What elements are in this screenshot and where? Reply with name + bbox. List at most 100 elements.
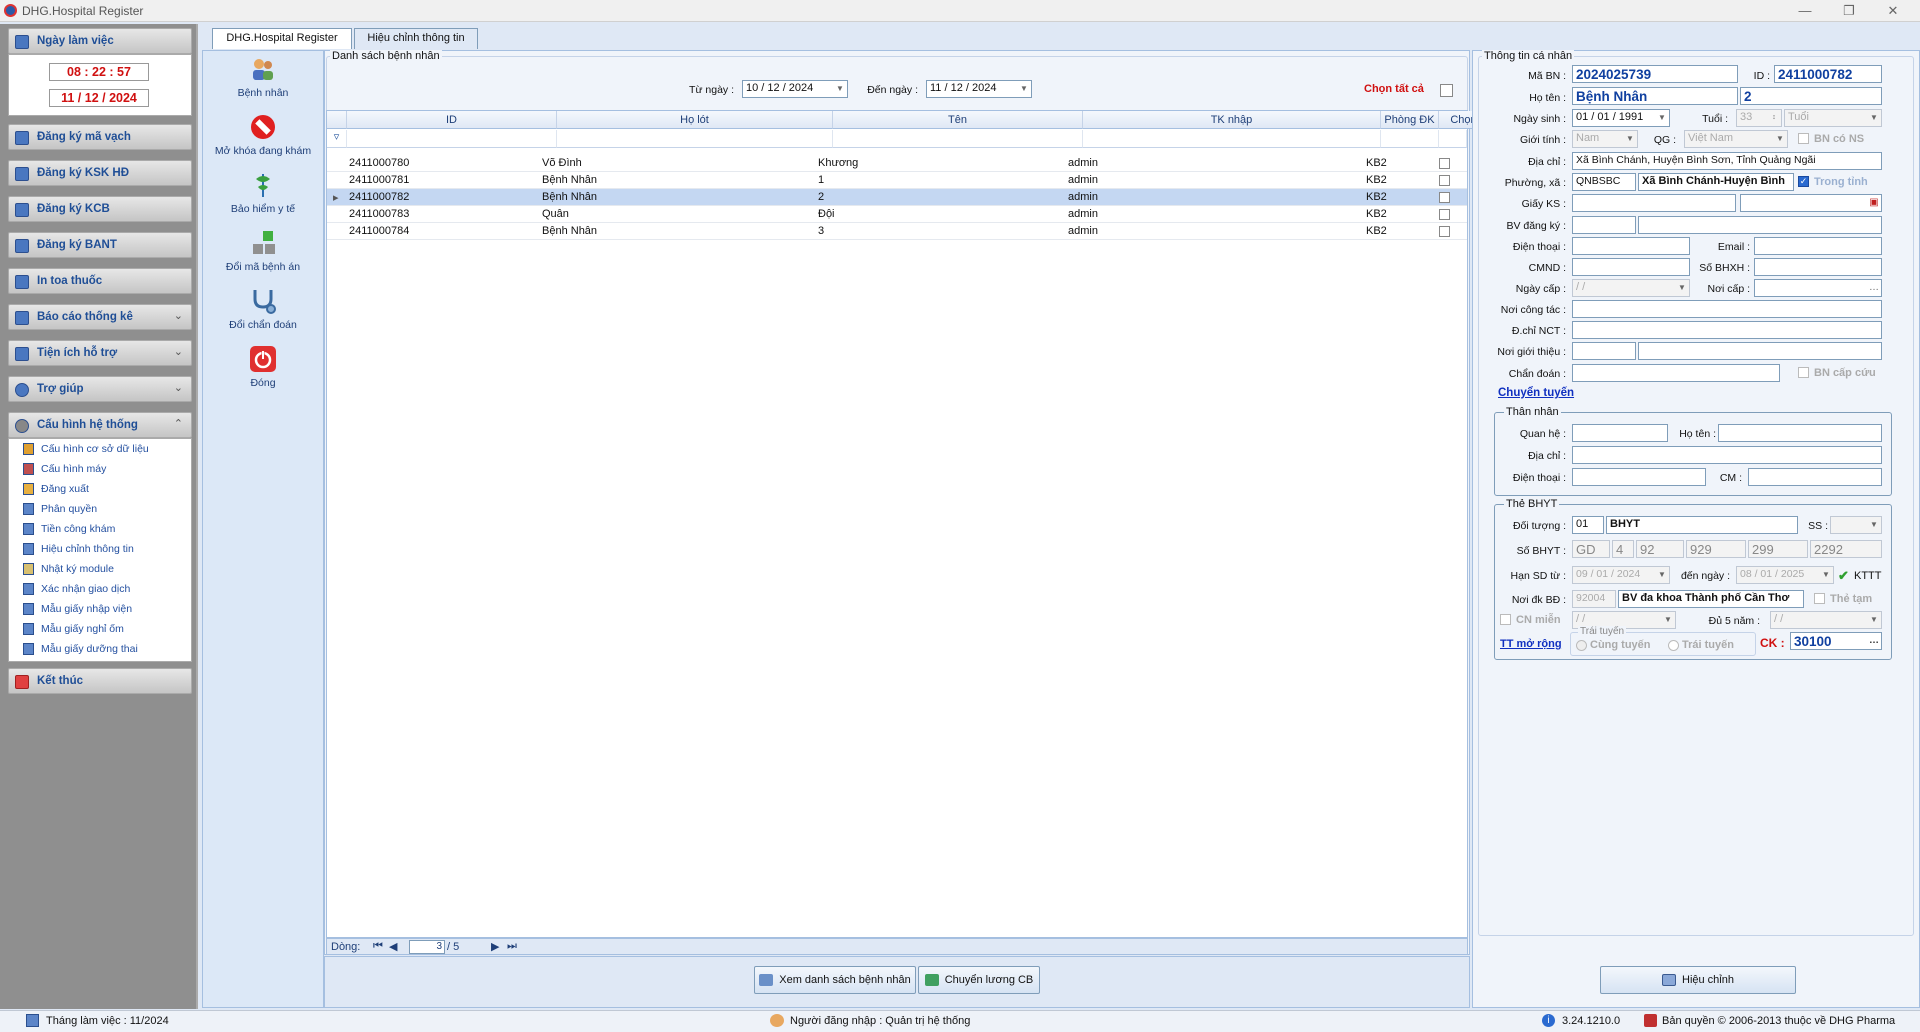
tuoi-stepper[interactable]: 33 ↕ xyxy=(1736,109,1782,127)
phuong-xa-field[interactable]: Xã Bình Chánh-Huyện Bình xyxy=(1638,173,1794,191)
ngay-sinh-picker[interactable]: 01 / 01 / 1991 ▼ xyxy=(1572,109,1670,127)
sidebar-item-dang-ky-ma-vach[interactable]: Đăng ký mã vạch xyxy=(8,124,192,150)
trai-tuyen-radio[interactable] xyxy=(1668,640,1679,651)
giay-ks-extra-field[interactable]: ▣ xyxy=(1740,194,1882,212)
ck-field[interactable]: 30100… xyxy=(1790,632,1882,650)
bn-cap-cuu-checkbox[interactable] xyxy=(1798,367,1809,378)
to-date-picker[interactable]: 11 / 12 / 2024 ▼ xyxy=(926,80,1032,98)
last-page-icon[interactable]: ⏭ xyxy=(507,940,517,953)
noi-gioi-thieu-code-field[interactable] xyxy=(1572,342,1636,360)
so-bhyt-part-3[interactable]: 92 xyxy=(1636,540,1684,558)
ten-field[interactable]: 2 xyxy=(1740,87,1882,105)
sidebar-item-dang-ky-kcb[interactable]: Đăng ký KCB xyxy=(8,196,192,222)
column-header-ho-lot[interactable]: Họ lót xyxy=(557,111,833,129)
relative-dia-chi-field[interactable] xyxy=(1572,446,1882,464)
ss-select[interactable]: ▼ xyxy=(1830,516,1882,534)
sidebar-item-bao-cao[interactable]: Báo cáo thống kê ⌄ xyxy=(8,304,192,330)
relative-ho-ten-field[interactable] xyxy=(1718,424,1882,442)
giay-ks-field[interactable] xyxy=(1572,194,1736,212)
bv-dang-ky-code-field[interactable] xyxy=(1572,216,1636,234)
relative-cm-field[interactable] xyxy=(1748,468,1882,486)
noi-dk-code-field[interactable]: 92004 xyxy=(1572,590,1616,608)
more-icon[interactable]: … xyxy=(1868,281,1880,295)
so-bhyt-part-2[interactable]: 4 xyxy=(1612,540,1634,558)
noi-gioi-thieu-field[interactable] xyxy=(1638,342,1882,360)
so-bhyt-part-1[interactable]: GD xyxy=(1572,540,1610,558)
gioi-tinh-select[interactable]: Nam ▼ xyxy=(1572,130,1638,148)
minimize-button[interactable]: — xyxy=(1790,2,1820,20)
doi-tuong-field[interactable]: BHYT xyxy=(1606,516,1798,534)
noi-dk-field[interactable]: BV đa khoa Thành phố Cần Thơ xyxy=(1618,590,1804,608)
tt-mo-rong-link[interactable]: TT mở rộng xyxy=(1500,638,1562,650)
du5nam-picker[interactable]: / / ▼ xyxy=(1770,611,1882,629)
tool-doi-chan-doan[interactable]: Đổi chẩn đoán xyxy=(203,287,323,337)
table-row-selected[interactable]: ▸ 2411000782 Bệnh Nhân 2 admin KB2 xyxy=(327,189,1467,206)
prev-page-icon[interactable]: ◀ xyxy=(389,940,397,953)
sidebar-item-cau-hinh[interactable]: Cấu hình hệ thống ⌃ xyxy=(8,412,192,438)
restore-button[interactable]: ❐ xyxy=(1834,2,1864,20)
select-all-checkbox[interactable] xyxy=(1440,84,1453,97)
table-row[interactable]: 2411000781 Bệnh Nhân 1 admin KB2 xyxy=(327,172,1467,189)
cmnd-field[interactable] xyxy=(1572,258,1690,276)
sidebar-group-workday[interactable]: Ngày làm việc xyxy=(8,28,192,54)
cung-tuyen-radio[interactable] xyxy=(1576,640,1587,651)
filter-cell-ho-lot[interactable] xyxy=(557,130,833,148)
trong-tinh-checkbox[interactable]: ✓ xyxy=(1798,176,1809,187)
doi-tuong-code-field[interactable]: 01 xyxy=(1572,516,1604,534)
chan-doan-field[interactable] xyxy=(1572,364,1780,382)
bv-dang-ky-field[interactable] xyxy=(1638,216,1882,234)
view-list-button[interactable]: Xem danh sách bệnh nhân xyxy=(754,966,916,994)
filter-cell-chon[interactable] xyxy=(1439,130,1467,148)
noi-cong-tac-field[interactable] xyxy=(1572,300,1882,318)
quan-he-field[interactable] xyxy=(1572,424,1668,442)
sidebar-item-ket-thuc[interactable]: Kết thúc xyxy=(8,668,192,694)
sidebar-item-dang-ky-bant[interactable]: Đăng ký BANT xyxy=(8,232,192,258)
noi-cap-field[interactable]: … xyxy=(1754,279,1882,297)
filter-cell-phong[interactable] xyxy=(1381,130,1439,148)
so-bhxh-field[interactable] xyxy=(1754,258,1882,276)
tool-benh-nhan[interactable]: Bệnh nhân xyxy=(203,55,323,105)
ngay-cap-picker[interactable]: / / ▼ xyxy=(1572,279,1690,297)
row-checkbox[interactable] xyxy=(1439,192,1450,203)
han-sd-from-picker[interactable]: 09 / 01 / 2024 ▼ xyxy=(1572,566,1670,584)
filter-cell-ten[interactable] xyxy=(833,130,1083,148)
sidebar-item-in-toa-thuoc[interactable]: In toa thuốc xyxy=(8,268,192,294)
phuong-xa-code-field[interactable]: QNBSBC xyxy=(1572,173,1636,191)
row-checkbox[interactable] xyxy=(1439,175,1450,186)
sidebar-item-tro-giup[interactable]: Trợ giúp ⌄ xyxy=(8,376,192,402)
tool-dong[interactable]: Đóng xyxy=(203,345,323,395)
bn-co-ns-checkbox[interactable] xyxy=(1798,133,1809,144)
row-checkbox[interactable] xyxy=(1439,226,1450,237)
so-bhyt-part-5[interactable]: 299 xyxy=(1748,540,1808,558)
cn-mien-checkbox[interactable] xyxy=(1500,614,1511,625)
relative-dien-thoai-field[interactable] xyxy=(1572,468,1706,486)
table-row[interactable]: 2411000780 Võ Đình Khương admin KB2 xyxy=(327,155,1467,172)
first-page-icon[interactable]: ⏮ xyxy=(373,940,383,953)
sidebar-item-tien-ich[interactable]: Tiện ích hỗ trợ ⌄ xyxy=(8,340,192,366)
ho-lot-field[interactable]: Bệnh Nhân xyxy=(1572,87,1738,105)
ma-bn-field[interactable]: 2024025739 xyxy=(1572,65,1738,83)
table-row[interactable]: 2411000783 Quân Đội admin KB2 xyxy=(327,206,1467,223)
dien-thoai-field[interactable] xyxy=(1572,237,1690,255)
so-bhyt-part-4[interactable]: 929 xyxy=(1686,540,1746,558)
tool-bao-hiem[interactable]: Bảo hiểm y tế xyxy=(203,171,323,221)
table-row[interactable]: 2411000784 Bệnh Nhân 3 admin KB2 xyxy=(327,223,1467,240)
tool-mo-khoa[interactable]: Mở khóa đang khám xyxy=(203,113,323,163)
dchi-nct-field[interactable] xyxy=(1572,321,1882,339)
tab-hieu-chinh[interactable]: Hiệu chỉnh thông tin xyxy=(354,28,478,49)
dia-chi-field[interactable]: Xã Bình Chánh, Huyện Bình Sơn, Tỉnh Quản… xyxy=(1572,152,1882,170)
column-header-tk-nhap[interactable]: TK nhập xyxy=(1083,111,1381,129)
more-icon[interactable]: … xyxy=(1868,634,1880,648)
row-checkbox[interactable] xyxy=(1439,158,1450,169)
tool-doi-ma[interactable]: Đổi mã bệnh án xyxy=(203,229,323,279)
edit-button[interactable]: Hiệu chỉnh xyxy=(1600,966,1796,994)
transfer-button[interactable]: Chuyển lương CB xyxy=(918,966,1040,994)
column-header-ten[interactable]: Tên xyxy=(833,111,1083,129)
filter-cell-id[interactable] xyxy=(347,130,557,148)
from-date-picker[interactable]: 10 / 12 / 2024 ▼ xyxy=(742,80,848,98)
chuyen-tuyen-link[interactable]: Chuyển tuyến xyxy=(1498,387,1574,399)
page-input[interactable]: 3 xyxy=(409,940,445,954)
qg-select[interactable]: Việt Nam ▼ xyxy=(1684,130,1788,148)
filter-cell-tk-nhap[interactable] xyxy=(1083,130,1381,148)
the-tam-checkbox[interactable] xyxy=(1814,593,1825,604)
